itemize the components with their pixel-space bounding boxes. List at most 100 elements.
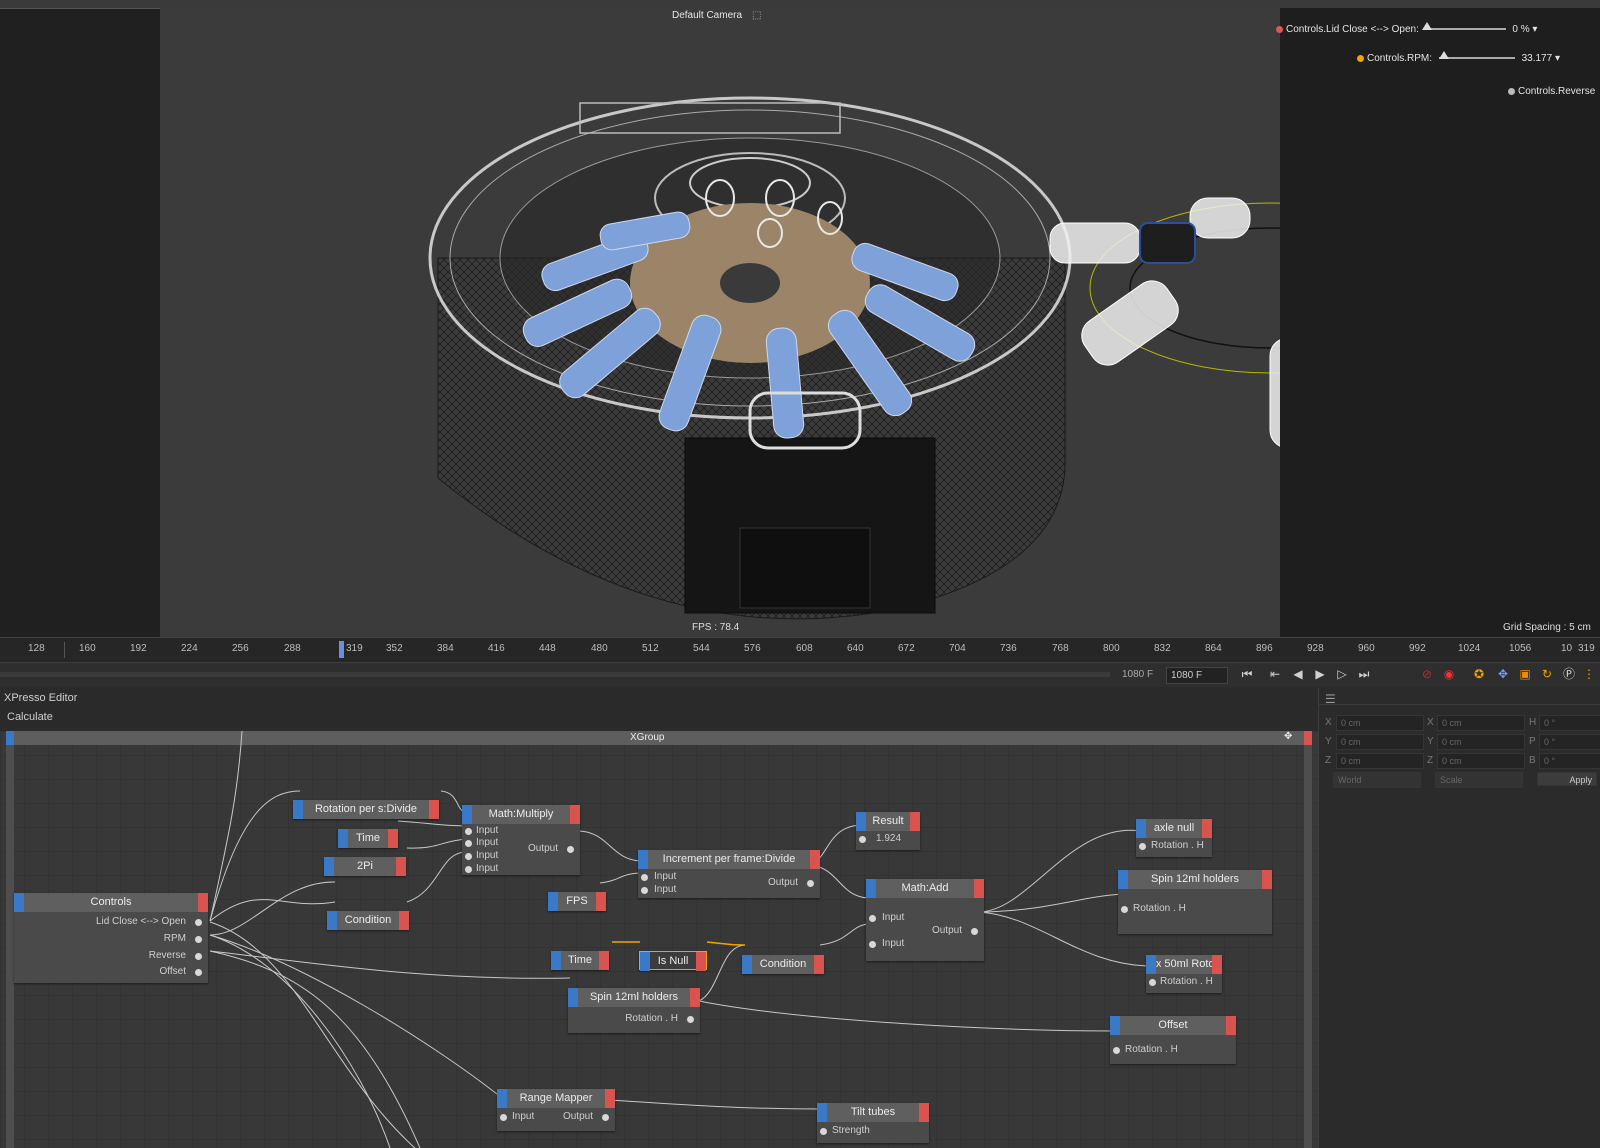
node-title[interactable]: Spin 12ml holders (568, 988, 700, 1007)
input-pin[interactable] (465, 840, 472, 847)
node-is-null[interactable]: Is Null (639, 951, 707, 971)
skip-back-icon[interactable]: ⇤ (1266, 666, 1284, 683)
record-icon[interactable]: ⊘ (1418, 666, 1436, 683)
rot-b-field[interactable]: 0 ° (1539, 753, 1600, 769)
input-pin[interactable] (641, 874, 648, 881)
node-title[interactable]: ix 50ml Roto (1146, 955, 1222, 974)
rot-h-field[interactable]: 0 ° (1539, 715, 1600, 731)
camera-label[interactable]: Default Camera (672, 10, 742, 21)
hud-reverse-control[interactable]: Controls.Reverse (1508, 86, 1595, 97)
output-pin[interactable] (971, 928, 978, 935)
input-pin[interactable] (500, 1114, 507, 1121)
input-pin[interactable] (869, 941, 876, 948)
node-title[interactable]: Condition (327, 911, 409, 930)
input-pin[interactable] (465, 828, 472, 835)
node-title[interactable]: Range Mapper (497, 1089, 615, 1108)
viewport-render-area[interactable] (160, 8, 1485, 637)
scale-y-field[interactable]: 0 cm (1437, 734, 1525, 750)
node-offset[interactable]: Offset Rotation . H (1110, 1016, 1236, 1064)
scale-x-field[interactable]: 0 cm (1437, 715, 1525, 731)
node-title[interactable]: 2Pi (324, 857, 406, 876)
timeline-ruler[interactable]: 128 160 192 224 256 288 319 352 384 416 … (0, 637, 1600, 662)
world-dropdown[interactable]: World (1333, 772, 1421, 788)
node-math-multiply[interactable]: Math:Multiply Input Input Input Input Ou… (462, 805, 580, 875)
scale-z-field[interactable]: 0 cm (1437, 753, 1525, 769)
hud-rpm-control[interactable]: Controls.RPM: 33.177 ▾ (1357, 51, 1560, 64)
play-icon[interactable]: ▶ (1311, 666, 1329, 683)
rot-p-field[interactable]: 0 ° (1539, 734, 1600, 750)
output-pin[interactable] (195, 969, 202, 976)
position-key-icon[interactable]: ✥ (1494, 666, 1512, 683)
param-key-icon[interactable]: Ⓟ (1560, 666, 1578, 683)
node-spin-50ml[interactable]: ix 50ml Roto Rotation . H (1146, 955, 1222, 993)
menu-calculate[interactable]: Calculate (7, 711, 53, 723)
lid-slider[interactable] (1421, 22, 1506, 31)
rpm-slider[interactable] (1438, 51, 1515, 60)
node-title[interactable]: Math:Multiply (462, 805, 580, 824)
output-pin[interactable] (602, 1114, 609, 1121)
slider-knob-icon[interactable] (1438, 51, 1449, 60)
node-title[interactable]: Rotation per s:Divide (293, 800, 439, 819)
node-title[interactable]: FPS (548, 892, 606, 911)
node-result[interactable]: Result 1.924 (856, 812, 920, 850)
timeline-playhead[interactable] (339, 641, 344, 658)
dropdown-arrow-icon[interactable]: ▾ (1555, 53, 1560, 64)
node-title[interactable]: Time (338, 829, 398, 848)
dropdown-arrow-icon[interactable]: ▾ (1532, 24, 1537, 35)
output-pin[interactable] (195, 953, 202, 960)
3d-viewport[interactable]: Default Camera ⬚ Controls.Lid Close <-->… (0, 0, 1600, 637)
input-pin[interactable] (859, 836, 866, 843)
node-fps[interactable]: FPS (548, 892, 606, 911)
node-increment-divide[interactable]: Increment per frame:Divide Input Input O… (638, 850, 820, 898)
node-2pi[interactable]: 2Pi (324, 857, 406, 876)
input-pin[interactable] (465, 853, 472, 860)
node-title[interactable]: Result (856, 812, 920, 831)
node-title[interactable]: Spin 12ml holders (1118, 870, 1272, 889)
pos-z-field[interactable]: 0 cm (1336, 753, 1424, 769)
node-spin-12ml-mid[interactable]: Spin 12ml holders Rotation . H (568, 988, 700, 1033)
autokey-icon[interactable]: ◉ (1440, 666, 1458, 683)
pos-y-field[interactable]: 0 cm (1336, 734, 1424, 750)
go-to-end-icon[interactable]: ⏭ (1355, 666, 1373, 683)
node-controls[interactable]: Controls Lid Close <--> Open RPM Reverse… (14, 893, 208, 983)
node-title[interactable]: Controls (14, 893, 208, 912)
hud-lid-control[interactable]: Controls.Lid Close <--> Open: 0 % ▾ (1276, 22, 1537, 35)
camera-icon[interactable]: ⬚ (752, 10, 761, 21)
output-pin[interactable] (807, 880, 814, 887)
node-time-1[interactable]: Time (338, 829, 398, 848)
node-title[interactable]: Tilt tubes (817, 1103, 929, 1122)
input-pin[interactable] (869, 915, 876, 922)
node-range-mapper[interactable]: Range Mapper Input Output (497, 1089, 615, 1131)
step-forward-icon[interactable]: ▷ (1333, 666, 1351, 683)
scale-dropdown[interactable]: Scale (1435, 772, 1523, 788)
output-pin[interactable] (195, 919, 202, 926)
go-to-start-icon[interactable]: ⏮ (1238, 666, 1256, 683)
input-pin[interactable] (641, 887, 648, 894)
end-frame-field[interactable]: 1080 F (1166, 667, 1228, 684)
input-pin[interactable] (820, 1128, 827, 1135)
node-rotation-divide[interactable]: Rotation per s:Divide (293, 800, 439, 819)
node-title[interactable]: Time (551, 951, 609, 970)
node-title[interactable]: axle null (1136, 819, 1212, 838)
grid-key-icon[interactable]: ⋮ (1580, 666, 1598, 683)
slider-knob-icon[interactable] (1421, 22, 1432, 31)
frame-range-bar[interactable] (0, 672, 1110, 677)
node-title[interactable]: Increment per frame:Divide (638, 850, 820, 869)
node-tilt-tubes[interactable]: Tilt tubes Strength (817, 1103, 929, 1143)
apply-button[interactable]: Apply (1537, 772, 1597, 786)
node-math-add[interactable]: Math:Add Input Input Output (866, 879, 984, 961)
keyframe-icon[interactable]: ✪ (1470, 666, 1488, 683)
input-pin[interactable] (465, 866, 472, 873)
pos-x-field[interactable]: 0 cm (1336, 715, 1424, 731)
rotation-key-icon[interactable]: ↻ (1538, 666, 1556, 683)
node-title[interactable]: Is Null (639, 951, 707, 971)
step-back-icon[interactable]: ◀ (1289, 666, 1307, 683)
node-condition-2[interactable]: Condition (742, 955, 824, 974)
input-pin[interactable] (1149, 979, 1156, 986)
node-title[interactable]: Offset (1110, 1016, 1236, 1035)
node-condition-1[interactable]: Condition (327, 911, 409, 930)
output-pin[interactable] (687, 1016, 694, 1023)
scale-key-icon[interactable]: ▣ (1516, 666, 1534, 683)
output-pin[interactable] (195, 936, 202, 943)
input-pin[interactable] (1113, 1047, 1120, 1054)
